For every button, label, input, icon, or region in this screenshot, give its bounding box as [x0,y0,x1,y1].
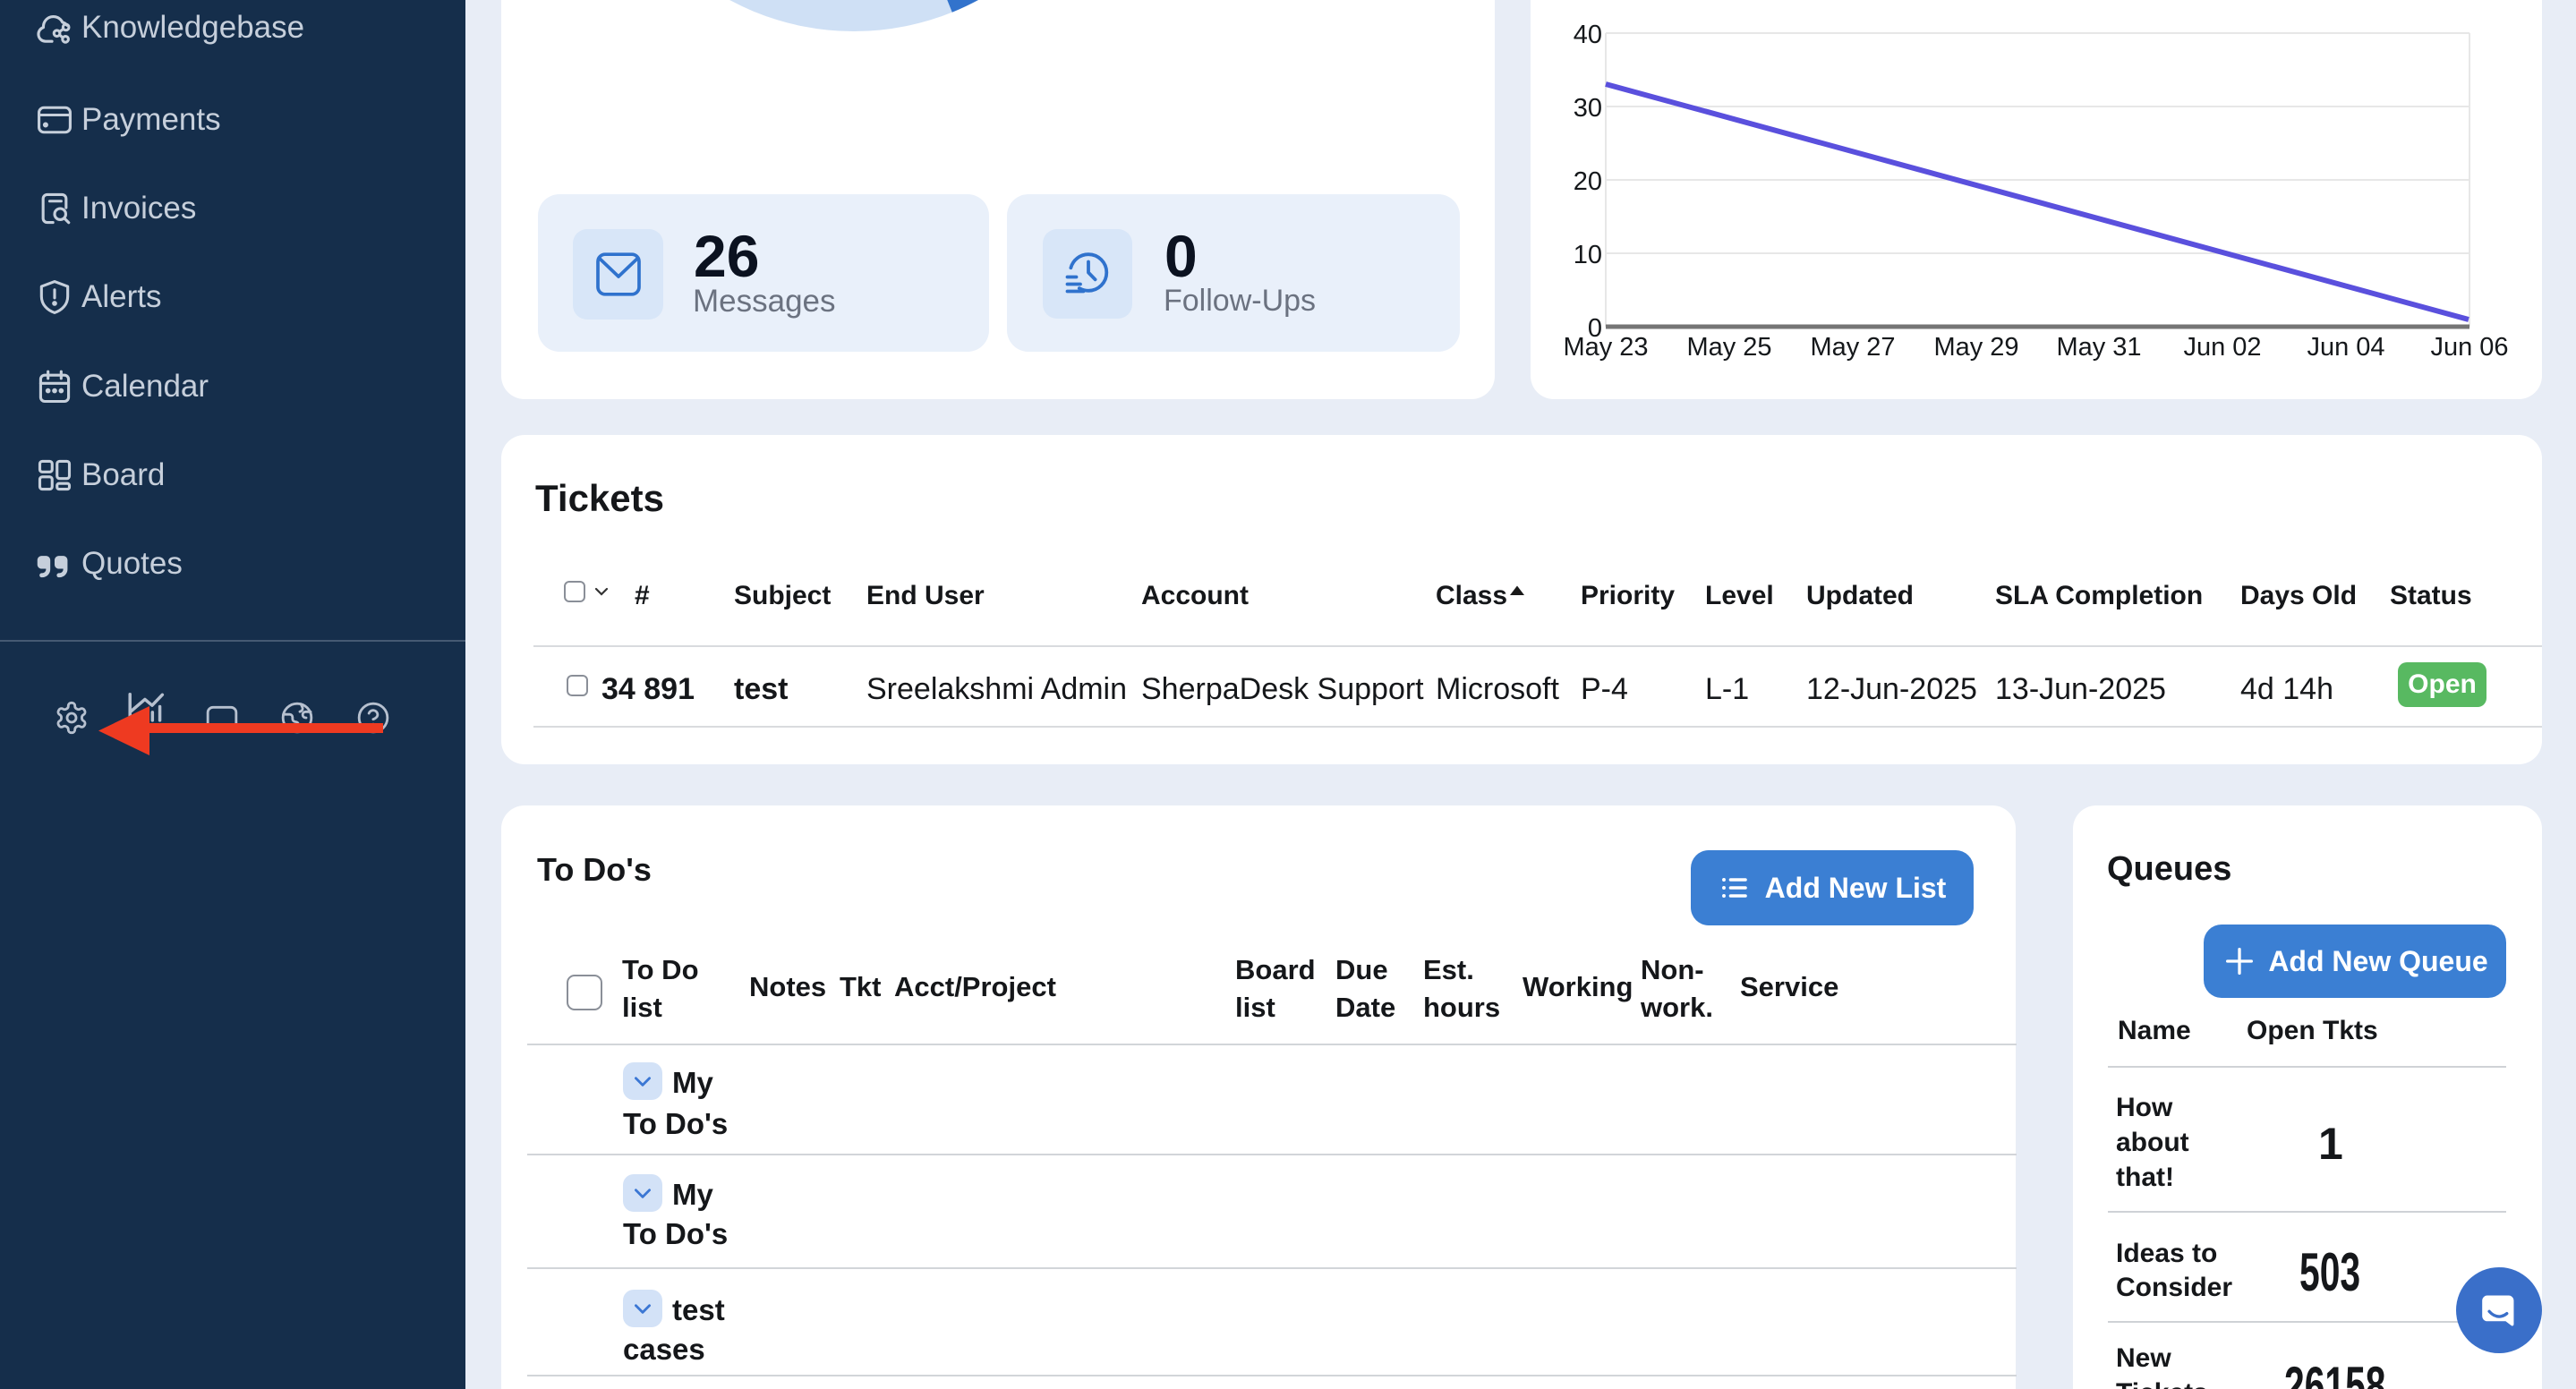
svg-text:May 29: May 29 [1933,333,2018,362]
svg-text:Jun 06: Jun 06 [2430,333,2508,362]
svg-text:May 31: May 31 [2056,333,2141,362]
svg-text:Jun 04: Jun 04 [2307,333,2384,362]
svg-text:10: 10 [1574,241,1602,269]
svg-text:30: 30 [1574,94,1602,123]
svg-text:May 23: May 23 [1563,333,1648,362]
svg-text:May 25: May 25 [1686,333,1771,362]
svg-text:May 27: May 27 [1810,333,1895,362]
svg-text:20: 20 [1574,167,1602,196]
svg-text:Jun 02: Jun 02 [2183,333,2261,362]
svg-text:40: 40 [1574,21,1602,49]
